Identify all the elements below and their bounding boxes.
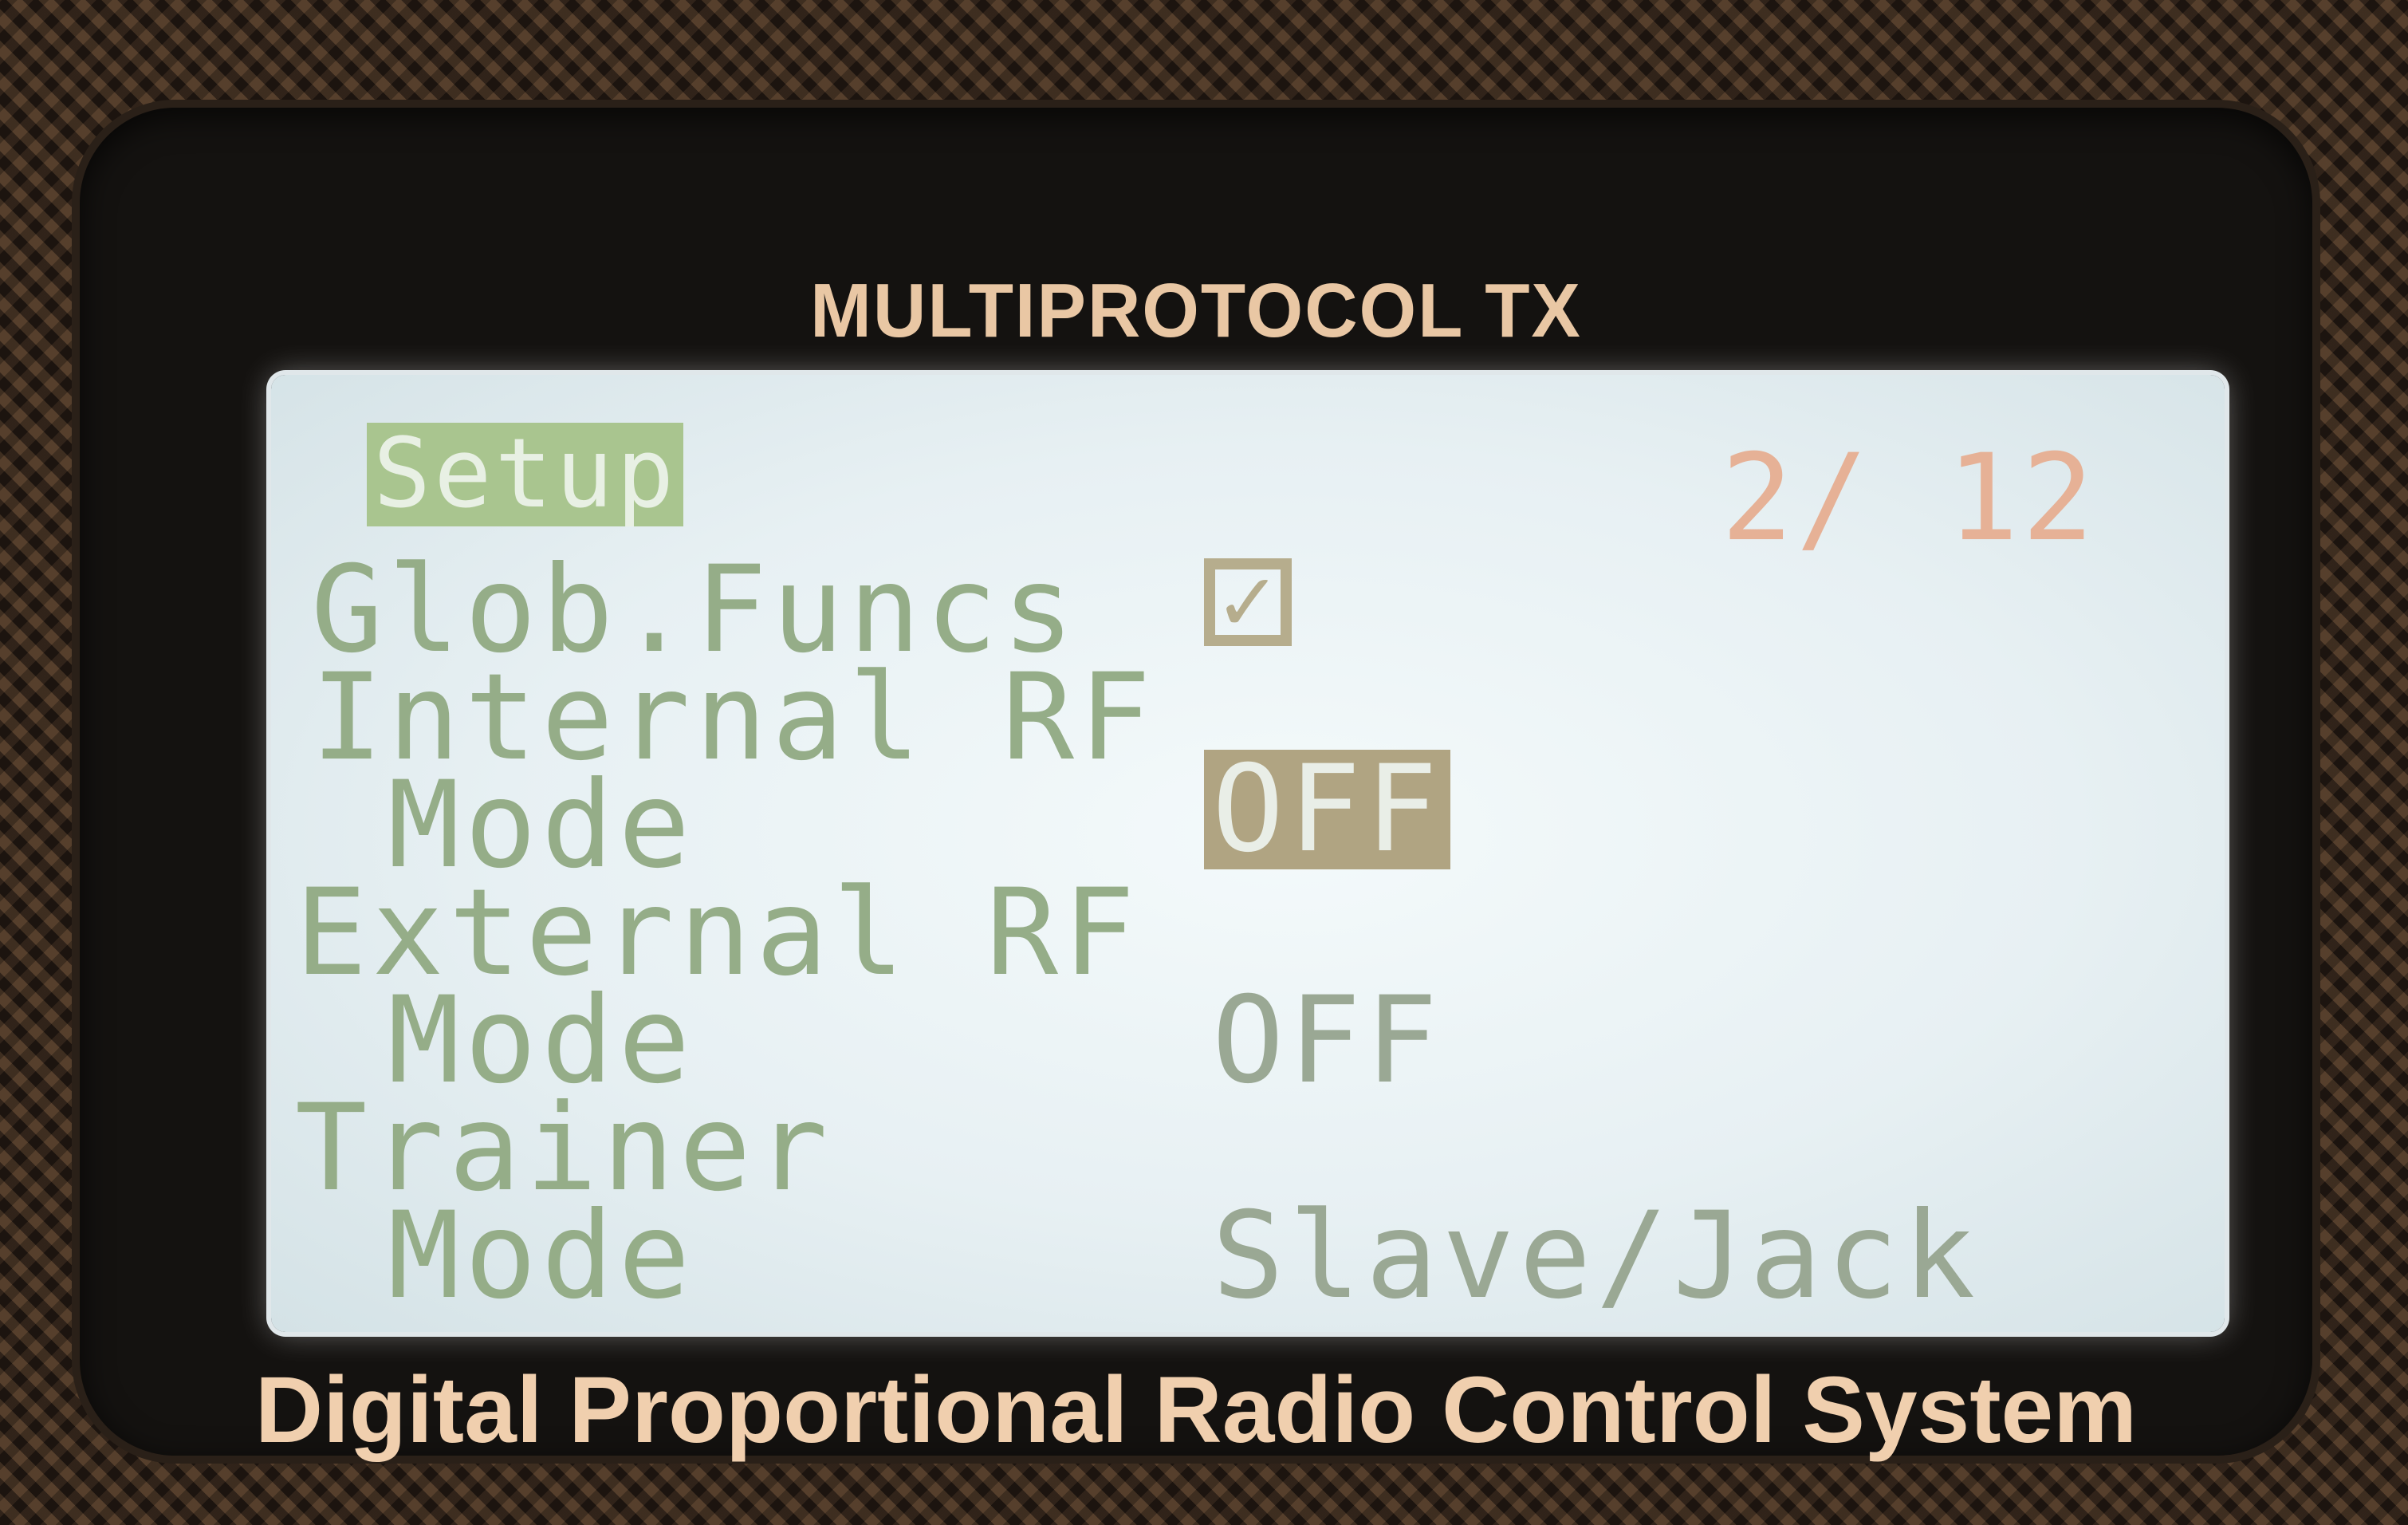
external-mode-value[interactable]: OFF [1212,981,1442,1101]
brand-bottom-label: Digital Proportional Radio Control Syste… [254,1358,2138,1463]
lcd-screen: Setup 2/ 12 Glob.Funcs ✓ Internal RF Mod… [271,375,2225,1332]
screen-title: Setup [367,423,684,526]
glob-funcs-checkbox[interactable]: ✓ [1204,556,1292,649]
brand-top-label: MULTIPROTOCOL TX [810,268,1582,353]
menu-item-trainer-mode[interactable]: Mode [311,1196,695,1316]
radio-bezel: MULTIPROTOCOL TX Setup 2/ 12 Glob.Funcs … [80,108,2312,1463]
page-indicator: 2/ 12 [1721,429,2097,568]
internal-mode-value[interactable]: OFF [1204,750,1450,869]
trainer-mode-value[interactable]: Slave/Jack [1212,1196,1980,1316]
